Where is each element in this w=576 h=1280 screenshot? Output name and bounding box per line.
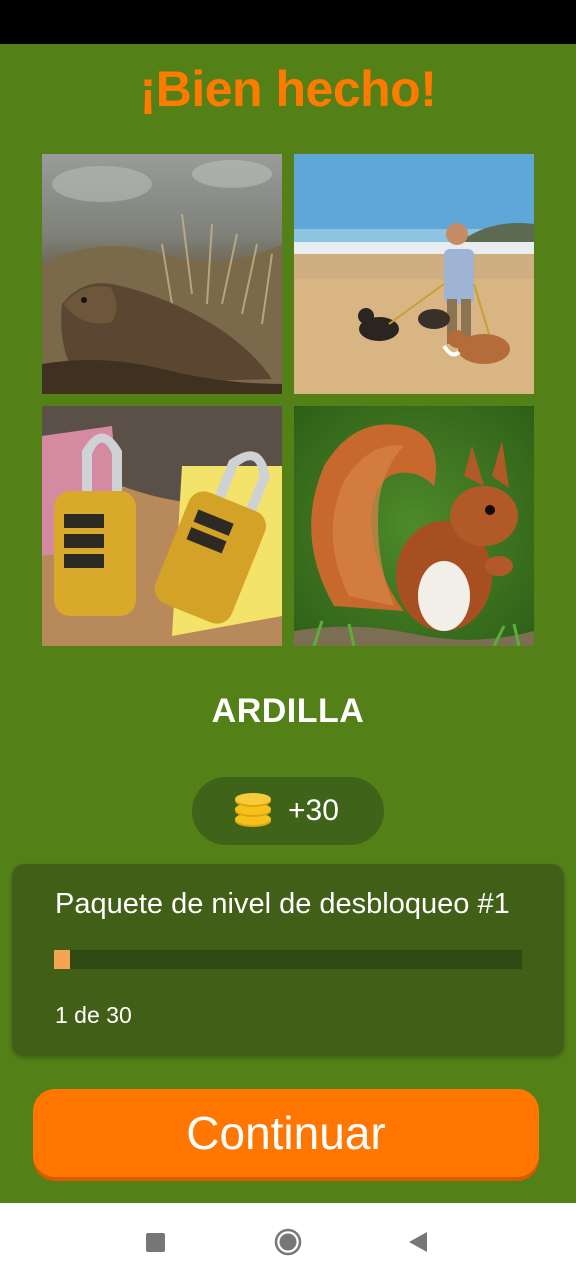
- system-navigation-bar: [0, 1203, 576, 1280]
- beach-dogs-image: [294, 154, 534, 394]
- coins-icon: [232, 793, 274, 829]
- continue-label: Continuar: [186, 1107, 386, 1159]
- continue-button[interactable]: Continuar: [33, 1089, 539, 1177]
- answer-word: ARDILLA: [211, 692, 365, 730]
- status-bar: [0, 0, 576, 44]
- reward-amount: +30: [288, 794, 339, 827]
- recents-icon[interactable]: [146, 1233, 165, 1252]
- padlocks-image: [42, 406, 282, 646]
- page-title: ¡Bien hecho!: [139, 61, 437, 117]
- progress-title: Paquete de nivel de desbloqueo #1: [55, 888, 510, 920]
- home-icon[interactable]: [274, 1228, 302, 1256]
- progress-count: 1 de 30: [55, 1002, 132, 1028]
- level-pack-progress-card: Paquete de nivel de desbloqueo #1 1 de 3…: [12, 864, 564, 1056]
- back-icon[interactable]: [408, 1231, 428, 1253]
- puzzle-image-1[interactable]: [42, 154, 282, 394]
- puzzle-image-3[interactable]: [42, 406, 282, 646]
- progress-bar: [54, 950, 522, 969]
- puzzle-image-2[interactable]: [294, 154, 534, 394]
- puzzle-image-4[interactable]: [294, 406, 534, 646]
- reward-badge: +30: [192, 777, 384, 845]
- progress-bar-fill: [54, 950, 70, 969]
- squirrel-image: [294, 406, 534, 646]
- marmot-image: [42, 154, 282, 394]
